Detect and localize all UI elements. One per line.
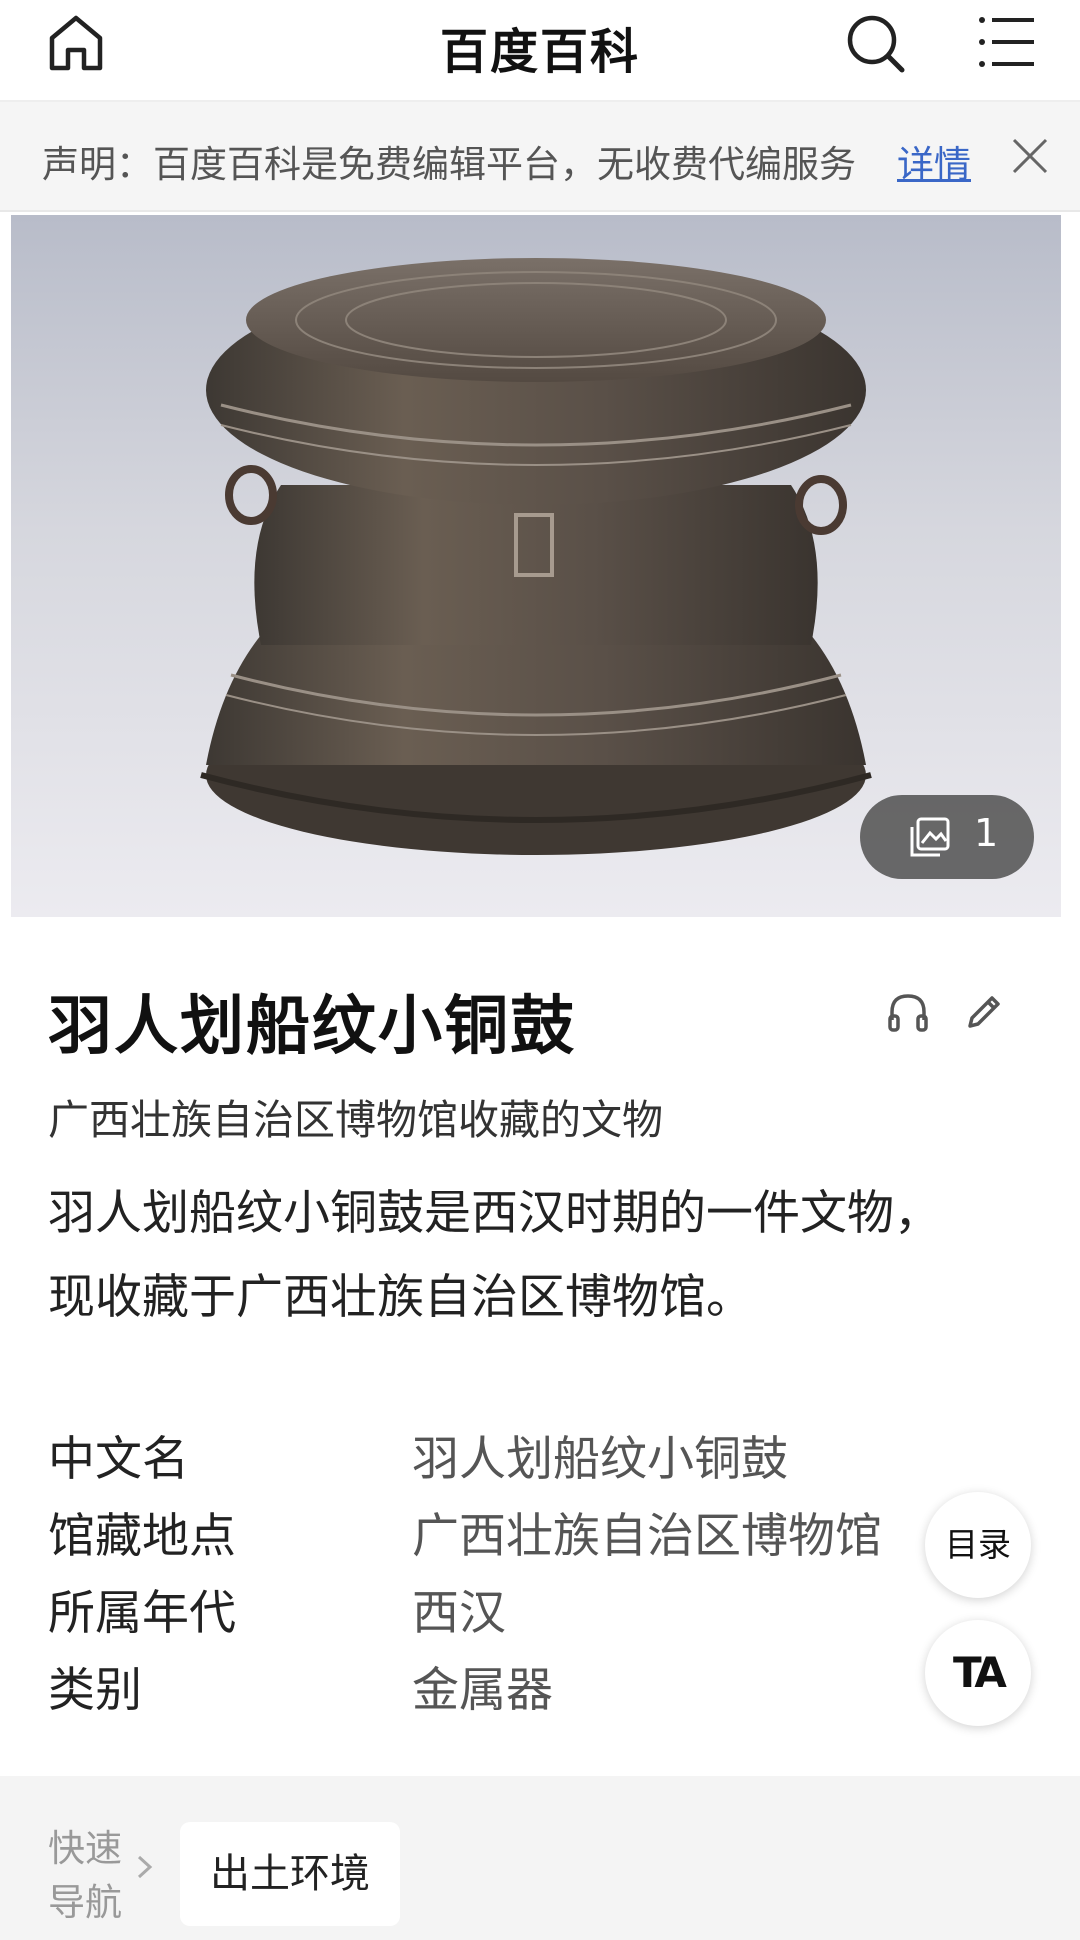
close-icon[interactable]	[1010, 136, 1050, 176]
photo-count-badge[interactable]: 1	[860, 795, 1034, 879]
entry-subtitle: 广西壮族自治区博物馆收藏的文物	[48, 1096, 663, 1144]
disclaimer-text: 声明：百度百科是免费编辑平台，无收费代编服务	[42, 143, 856, 186]
info-value: 金属器	[412, 1663, 553, 1718]
site-title[interactable]: 百度百科	[0, 12, 1080, 82]
info-row: 类别 金属器	[48, 1651, 928, 1728]
entry-title: 羽人划船纹小铜鼓	[48, 990, 576, 1064]
quick-nav-label-line: 导航	[48, 1881, 122, 1924]
font-size-label: TA	[953, 1648, 1007, 1697]
edit-pencil-icon[interactable]	[962, 990, 1006, 1034]
details-link[interactable]: 详情	[897, 134, 971, 188]
headphones-icon[interactable]	[886, 990, 930, 1034]
info-value: 西汉	[412, 1586, 506, 1641]
summary-line: 羽人划船纹小铜鼓是西汉时期的一件文物，	[48, 1186, 941, 1241]
info-row: 所属年代 西汉	[48, 1574, 928, 1651]
gallery-icon	[910, 817, 950, 857]
quick-nav-bar: 快速 导航 出土环境	[0, 1776, 1080, 1940]
quick-nav-label: 快速 导航	[48, 1822, 128, 1930]
search-icon[interactable]	[844, 12, 908, 76]
summary-line: 现收藏于广西壮族自治区博物馆。	[48, 1270, 753, 1325]
info-value[interactable]: 广西壮族自治区博物馆	[412, 1497, 882, 1566]
basic-info-table: 中文名 羽人划船纹小铜鼓 馆藏地点 广西壮族自治区博物馆 所属年代 西汉 类别 …	[48, 1420, 928, 1728]
menu-icon[interactable]	[978, 12, 1038, 72]
info-key: 所属年代	[48, 1586, 236, 1641]
info-row: 馆藏地点 广西壮族自治区博物馆	[48, 1497, 928, 1574]
info-key: 中文名	[48, 1432, 189, 1487]
info-row: 中文名 羽人划船纹小铜鼓	[48, 1420, 928, 1497]
photo-count: 1	[974, 811, 999, 855]
info-key: 类别	[48, 1663, 142, 1718]
top-nav-bar: 百度百科	[0, 0, 1080, 102]
quick-nav-chip[interactable]: 出土环境	[180, 1822, 400, 1926]
quick-nav-label-line: 快速	[48, 1827, 122, 1870]
table-of-contents-button[interactable]: 目录	[925, 1492, 1031, 1598]
entry-summary: 羽人划船纹小铜鼓是西汉时期的一件文物， 现收藏于广西壮族自治区博物馆。	[48, 1172, 1008, 1340]
disclaimer-bar: 声明：百度百科是免费编辑平台，无收费代编服务 详情	[0, 102, 1080, 212]
info-key: 馆藏地点	[48, 1509, 236, 1564]
info-value: 羽人划船纹小铜鼓	[412, 1432, 788, 1487]
chevron-right-icon	[137, 1855, 153, 1879]
font-size-button[interactable]: TA	[925, 1620, 1031, 1726]
toc-label: 目录	[945, 1525, 1011, 1564]
